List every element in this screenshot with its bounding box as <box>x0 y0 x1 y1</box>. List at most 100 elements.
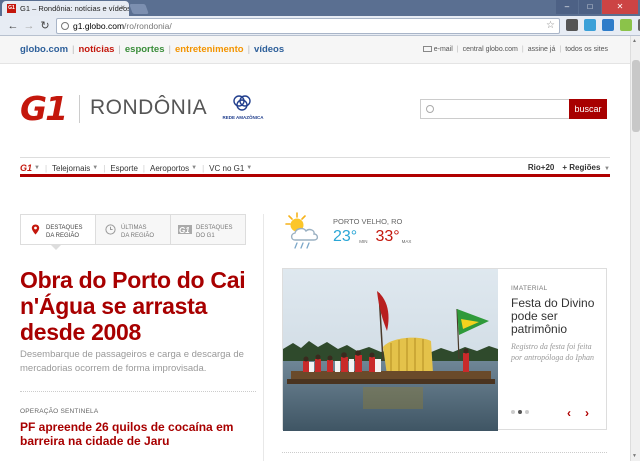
divider <box>20 391 256 392</box>
bookmark-star-icon[interactable]: ☆ <box>546 20 555 31</box>
chevron-down-icon[interactable]: ▼ <box>191 165 197 171</box>
search-button[interactable]: buscar <box>569 99 607 119</box>
feature-carousel: IMATERIAL Festa do Divino pode ser patri… <box>282 268 607 431</box>
esportes-link[interactable]: esportes <box>125 44 165 55</box>
carousel-next-icon[interactable]: › <box>585 406 589 420</box>
g1-favicon-icon: G1 <box>7 4 16 13</box>
email-link[interactable]: e-mail <box>422 46 453 53</box>
rede-amazonica-logo[interactable]: REDE AMAZÔNICA <box>212 95 274 125</box>
tab-destaques-g1[interactable]: G1 DESTAQUES DO G1 <box>171 215 245 244</box>
nav-aeroportos[interactable]: Aeroportos <box>150 164 189 173</box>
maximize-icon[interactable]: □ <box>579 0 601 14</box>
search-input[interactable] <box>420 99 570 119</box>
chevron-down-icon: ▼ <box>602 166 610 172</box>
clock-icon <box>105 224 116 235</box>
carousel-prev-icon[interactable]: ‹ <box>567 406 571 420</box>
divider: | <box>559 46 562 53</box>
nav-vc-no-g1[interactable]: VC no G1 <box>209 164 244 173</box>
extension-icons <box>566 19 640 31</box>
minimize-icon[interactable]: – <box>556 0 578 14</box>
g1-icon: G1 <box>178 225 192 235</box>
email-label: e-mail <box>433 46 453 53</box>
forward-icon[interactable]: → <box>22 19 36 33</box>
region-title[interactable]: RONDÔNIA <box>90 96 207 120</box>
section-nav: G1 ▼ | Telejornais ▼ | Esporte | Aeroporto… <box>20 157 610 177</box>
window-controls: – □ ✕ <box>556 0 638 14</box>
divider: | <box>202 163 205 173</box>
apps-grid-icon[interactable] <box>566 19 578 31</box>
weather-city: PORTO VELHO, RO <box>333 217 403 226</box>
temp-min: 23° <box>333 228 358 245</box>
tab-line2: DO G1 <box>196 233 215 239</box>
sun-cloud-rain-icon <box>285 212 319 249</box>
mais-regioes-label: + Regiões <box>562 163 601 172</box>
todos-sites-link[interactable]: todos os sites <box>565 46 608 53</box>
feature-photo[interactable] <box>283 269 498 431</box>
envelope-icon <box>422 46 432 52</box>
weather-temps: 23° MIN 33° MAX <box>333 228 411 246</box>
divider: | <box>247 44 251 55</box>
g1-logo[interactable]: G1 <box>20 92 72 126</box>
back-icon[interactable]: ← <box>6 19 20 33</box>
carousel-arrows: ‹ › <box>567 406 589 420</box>
scroll-down-icon[interactable]: ▼ <box>632 453 637 459</box>
central-link[interactable]: central globo.com <box>463 46 518 53</box>
assine-link[interactable]: assine já <box>528 46 556 53</box>
address-bar[interactable]: g1.globo.com/ro/rondonia/ ☆ <box>56 18 560 34</box>
feature-description[interactable]: Registro da festa foi feita por antropól… <box>511 341 603 363</box>
page-scrollbar[interactable]: ▲ ▼ <box>630 36 640 461</box>
chevron-down-icon[interactable]: ▼ <box>92 165 98 171</box>
url-host: g1.globo.com <box>73 21 125 31</box>
nav-esporte[interactable]: Esporte <box>110 164 138 173</box>
browser-tab[interactable]: G1 G1 – Rondônia: notícias e vídeos × <box>2 1 129 16</box>
reload-icon[interactable]: ↻ <box>38 19 52 33</box>
tab-ultimas-regiao[interactable]: ÚLTIMAS DA REGIÃO <box>96 215 171 244</box>
nav-telejornais[interactable]: Telejornais <box>52 164 90 173</box>
divider: | <box>72 44 75 55</box>
new-tab-button[interactable] <box>129 4 149 14</box>
scroll-up-icon[interactable]: ▲ <box>632 38 637 44</box>
close-window-icon[interactable]: ✕ <box>602 0 638 14</box>
extension-icon[interactable] <box>620 19 632 31</box>
globo-link[interactable]: globo.com <box>20 44 68 55</box>
tab-line1: ÚLTIMAS <box>121 225 147 231</box>
feature-title[interactable]: Festa do Divino pode ser patrimônio <box>511 297 603 336</box>
divider: | <box>118 44 121 55</box>
temp-max: 33° <box>375 228 400 245</box>
carousel-dot-active[interactable] <box>518 410 522 414</box>
active-tab-pointer <box>50 244 62 250</box>
tab-line2: DA REGIÃO <box>46 233 80 239</box>
nav-rio20[interactable]: Rio+20 <box>528 163 554 172</box>
tab-destaques-regiao[interactable]: DESTAQUES DA REGIÃO <box>21 215 96 244</box>
globo-top-bar: globo.com | notícias | esportes | entret… <box>0 36 630 64</box>
scrollbar-thumb[interactable] <box>632 60 640 132</box>
carousel-dots <box>511 410 529 414</box>
carousel-dot[interactable] <box>525 410 529 414</box>
page-info-icon[interactable] <box>61 22 69 30</box>
g1-menu-logo[interactable]: G1 <box>20 163 32 173</box>
feature-category: IMATERIAL <box>511 285 548 292</box>
globo-account-links: e-mail | central globo.com | assine já |… <box>422 46 608 53</box>
chevron-down-icon[interactable]: ▼ <box>246 165 252 171</box>
globo-portal-nav: globo.com | notícias | esportes | entret… <box>20 44 284 55</box>
browser-tab-strip: G1 G1 – Rondônia: notícias e vídeos × – … <box>0 0 640 16</box>
secondary-headline[interactable]: PF apreende 26 quilos de cocaína em barr… <box>20 420 260 448</box>
carousel-dot[interactable] <box>511 410 515 414</box>
entretenimento-link[interactable]: entretenimento <box>175 44 244 55</box>
url-path: /ro/rondonia/ <box>124 21 172 31</box>
extension-icon[interactable] <box>584 19 596 31</box>
svg-text:G1: G1 <box>179 226 190 235</box>
skype-icon[interactable] <box>602 19 614 31</box>
noticias-link[interactable]: notícias <box>79 44 115 55</box>
tab-close-icon[interactable]: × <box>120 3 125 12</box>
main-summary[interactable]: Desembarque de passageiros e carga e des… <box>20 348 250 376</box>
chevron-down-icon[interactable]: ▼ <box>34 165 40 171</box>
nav-mais-regioes[interactable]: + Regiões ▼ <box>562 163 610 172</box>
videos-link[interactable]: vídeos <box>254 44 284 55</box>
divider: | <box>103 163 106 173</box>
divider: | <box>521 46 524 53</box>
main-headline[interactable]: Obra do Porto do Cai n'Água se arrasta d… <box>20 267 260 345</box>
tab-title: G1 – Rondônia: notícias e vídeos <box>20 4 129 13</box>
divider: | <box>168 44 171 55</box>
header-divider <box>79 95 80 123</box>
